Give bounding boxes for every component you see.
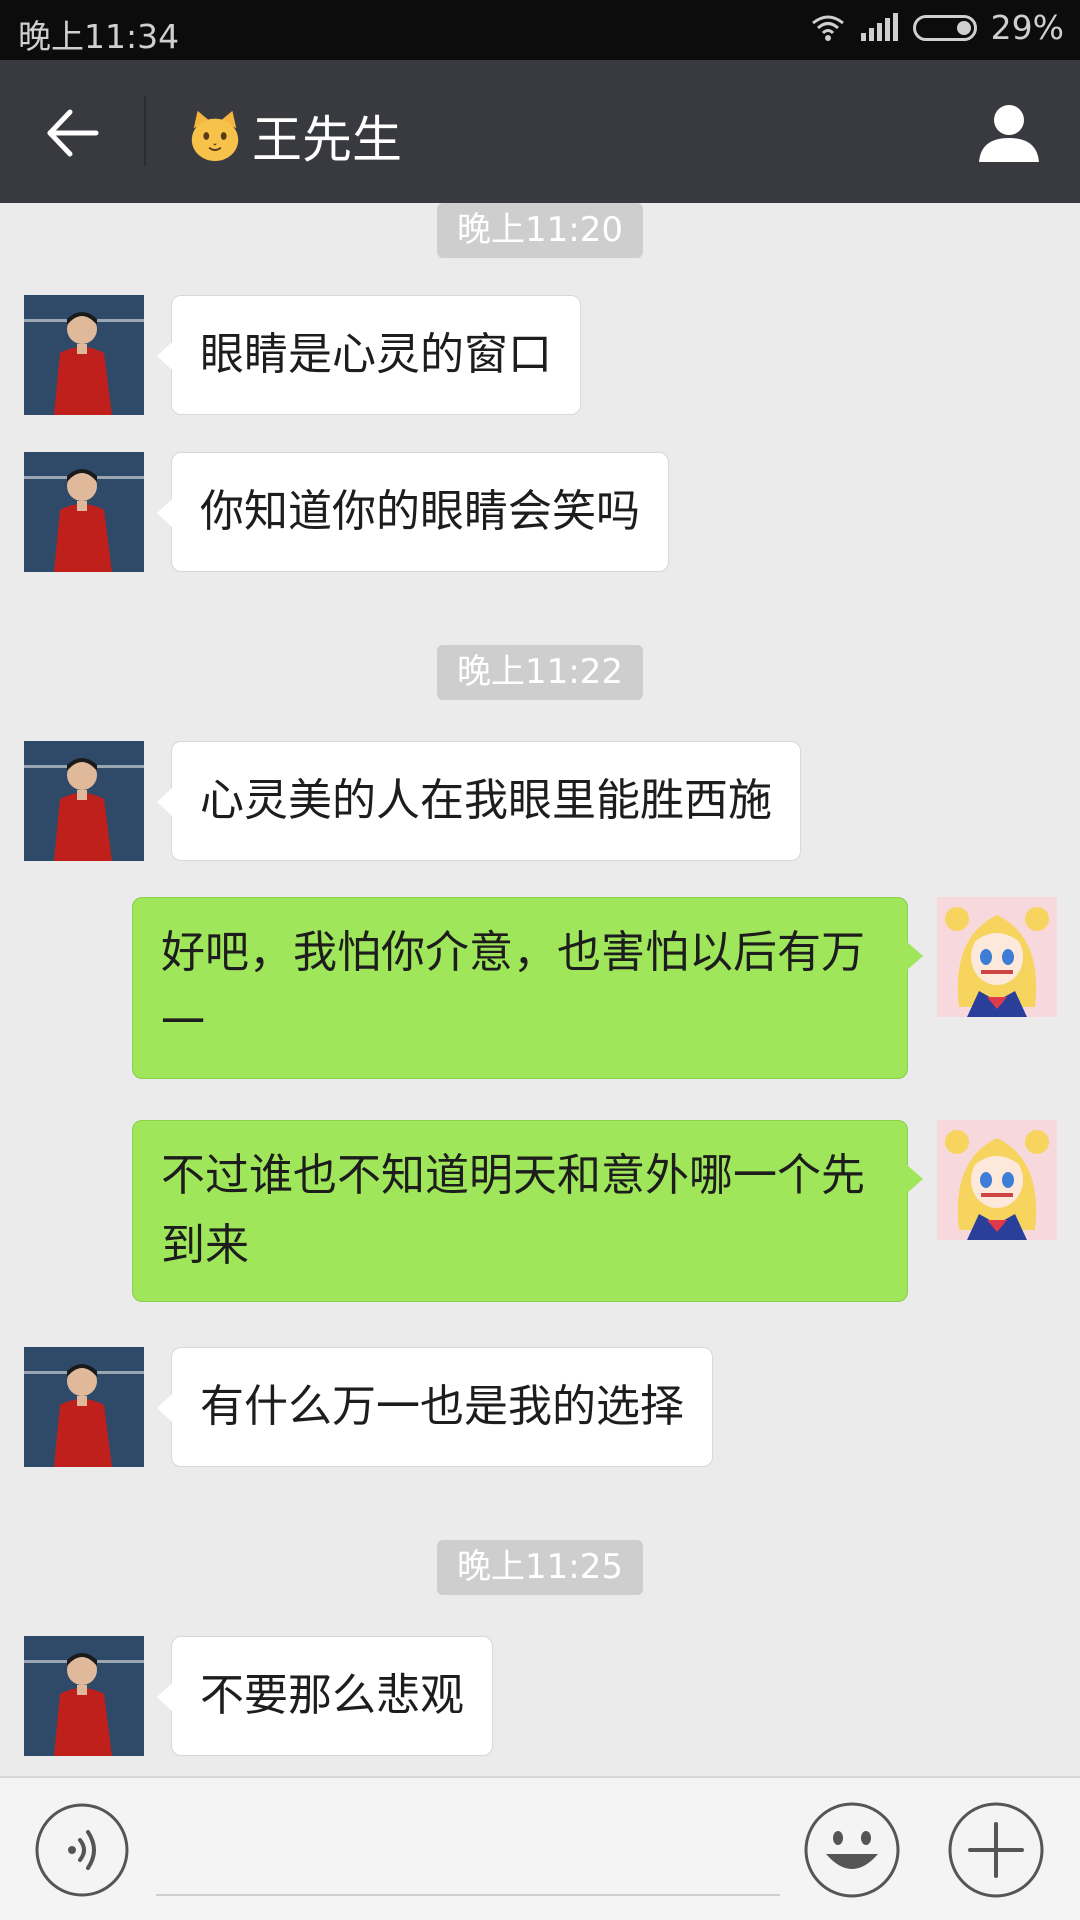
- message-bubble-incoming[interactable]: 不要那么悲观: [157, 1636, 493, 1756]
- page-title: 王先生: [252, 111, 402, 169]
- message-input[interactable]: [156, 1808, 784, 1890]
- status-bar: 晚上11:34 29%: [0, 0, 1080, 60]
- signal-icon: [860, 12, 898, 41]
- avatar-contact[interactable]: [24, 1636, 144, 1756]
- message-bubble-incoming[interactable]: 心灵美的人在我眼里能胜西施: [157, 741, 801, 861]
- smiley-icon[interactable]: [802, 1800, 902, 1900]
- timestamp: 晚上11:20: [437, 203, 643, 258]
- battery-percent: 29%: [990, 8, 1064, 47]
- avatar-contact[interactable]: [24, 452, 144, 572]
- input-underline: [156, 1894, 780, 1896]
- plus-icon[interactable]: [946, 1800, 1046, 1900]
- status-time: 晚上11:34: [18, 17, 180, 56]
- message-bubble-outgoing[interactable]: 好吧，我怕你介意，也害怕以后有万一: [132, 897, 923, 1079]
- battery-icon: [912, 14, 977, 41]
- chat-title: 王先生: [186, 100, 402, 172]
- chat-header: 王先生: [0, 60, 1080, 203]
- avatar-contact[interactable]: [24, 295, 144, 415]
- timestamp: 晚上11:25: [437, 1540, 643, 1595]
- avatar-contact[interactable]: [24, 1347, 144, 1467]
- message-bubble-outgoing[interactable]: 不过谁也不知道明天和意外哪一个先到来: [132, 1120, 923, 1302]
- avatar-contact[interactable]: [24, 741, 144, 861]
- cat-face-icon: [191, 110, 239, 162]
- voice-icon[interactable]: [34, 1802, 130, 1898]
- wifi-icon: [811, 15, 844, 41]
- header-divider: [144, 96, 146, 166]
- avatar-self[interactable]: [937, 1120, 1057, 1240]
- message-bubble-incoming[interactable]: 你知道你的眼睛会笑吗: [157, 452, 669, 572]
- person-icon[interactable]: [976, 100, 1042, 166]
- avatar-self[interactable]: [937, 897, 1057, 1017]
- back-arrow-icon[interactable]: [38, 98, 108, 168]
- message-list[interactable]: 晚上11:20 眼睛是心灵的窗口 你知道你的眼睛会笑吗 晚上11:22 心灵美的…: [0, 203, 1080, 1776]
- message-bubble-incoming[interactable]: 眼睛是心灵的窗口: [157, 295, 581, 415]
- message-bubble-incoming[interactable]: 有什么万一也是我的选择: [157, 1347, 713, 1467]
- input-bar: [0, 1776, 1080, 1920]
- timestamp: 晚上11:22: [437, 645, 643, 700]
